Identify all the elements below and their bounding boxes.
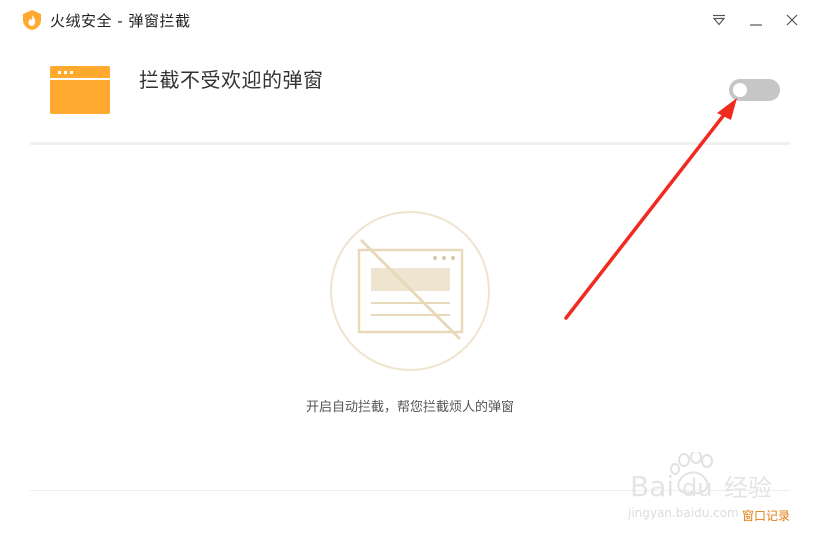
menu-dropdown-button[interactable] [708, 9, 730, 31]
auto-block-toggle[interactable] [729, 79, 780, 101]
blocked-popup-icon [330, 211, 490, 371]
close-button[interactable] [781, 9, 803, 31]
section-divider [30, 142, 790, 145]
menu-dropdown-icon [712, 14, 726, 26]
huorong-flame-shield-icon [23, 10, 41, 30]
close-icon [786, 14, 798, 26]
svg-text:经验: 经验 [724, 474, 772, 502]
minimize-button[interactable] [745, 9, 767, 31]
title-bar: 火绒安全 - 弹窗拦截 [0, 0, 820, 40]
footer-divider [30, 490, 790, 491]
watermark-url: jingyan.baidu.com [628, 506, 739, 520]
svg-text:du: du [682, 474, 712, 502]
toggle-knob [733, 83, 747, 97]
window-title: 火绒安全 - 弹窗拦截 [50, 12, 191, 30]
popup-log-link[interactable]: 窗口记录 [742, 507, 790, 524]
empty-state-message: 开启自动拦截，帮您拦截烦人的弹窗 [305, 400, 514, 415]
browser-window-icon [50, 66, 110, 114]
svg-text:Bai: Bai [630, 470, 674, 503]
minimize-icon [750, 24, 762, 26]
feature-title: 拦截不受欢迎的弹窗 [139, 68, 324, 92]
